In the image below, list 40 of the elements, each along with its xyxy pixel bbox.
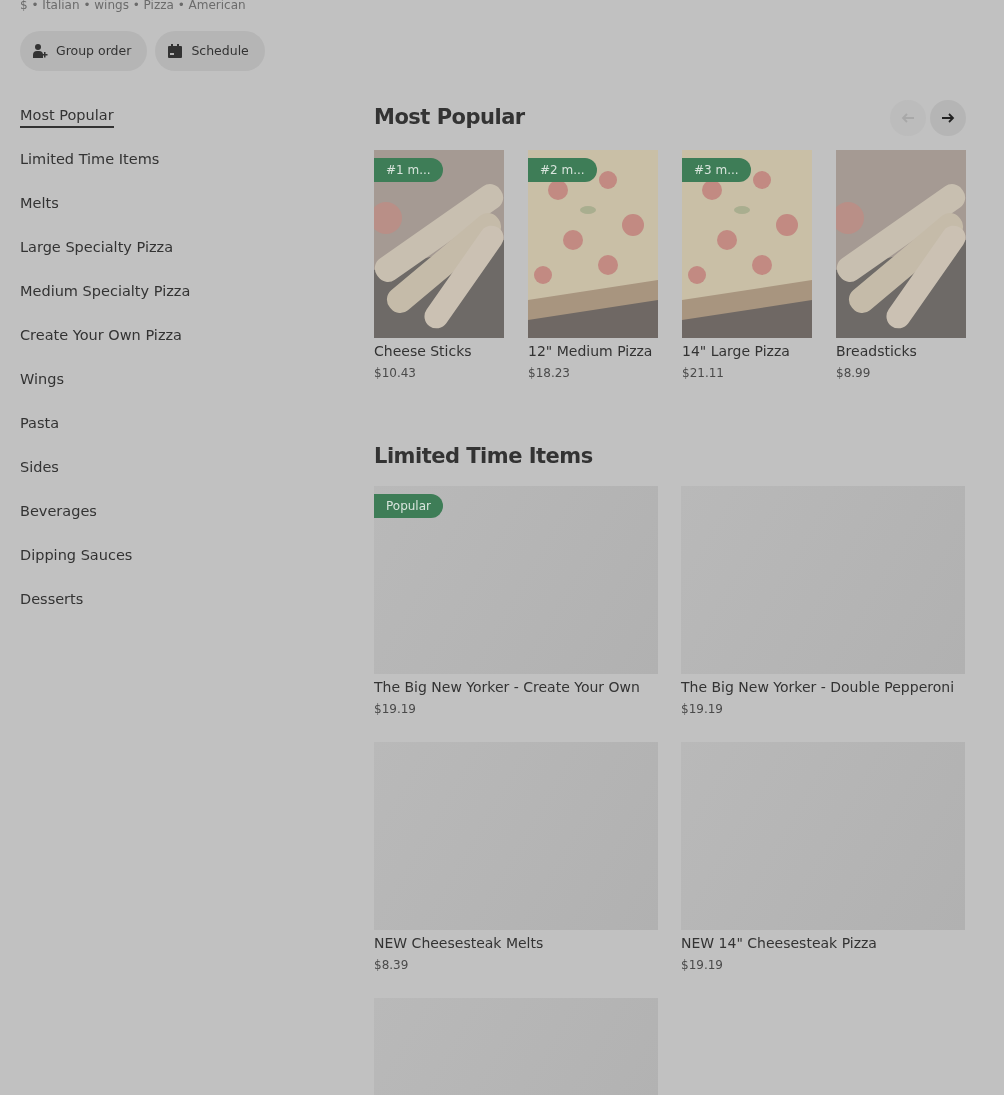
category-link[interactable]: Melts xyxy=(20,192,59,214)
rank-badge: Popular xyxy=(374,494,443,519)
person-add-icon xyxy=(32,43,48,59)
category-link[interactable]: Medium Specialty Pizza xyxy=(20,280,191,302)
category-link[interactable]: Sides xyxy=(20,456,59,478)
item-price: $8.99 xyxy=(836,365,872,382)
rank-badge: #1 m... xyxy=(374,158,443,182)
category-link[interactable]: Pasta xyxy=(20,412,60,434)
item-name: 14" Large Pizza xyxy=(682,342,791,361)
category-link[interactable]: Create Your Own Pizza xyxy=(20,324,182,346)
rank-badge: #2 m... xyxy=(528,158,597,182)
item-price: $19.19 xyxy=(374,701,417,719)
item-name: NEW Cheesesteak Melts xyxy=(374,934,545,954)
next-button[interactable] xyxy=(930,100,966,136)
item-name: 12" Medium Pizza xyxy=(528,342,654,361)
item-name: The Big New Yorker - Create Your Own xyxy=(374,678,641,698)
item-price: $8.39 xyxy=(374,957,410,975)
category-link[interactable]: Beverages xyxy=(20,500,97,522)
rank-badge: #3 m... xyxy=(682,158,751,182)
calendar-icon xyxy=(167,43,184,59)
category-link[interactable]: Desserts xyxy=(20,588,84,610)
item-name: Cheese Sticks xyxy=(374,342,473,361)
item-price: $18.23 xyxy=(528,365,571,382)
item-price: $10.43 xyxy=(374,365,417,382)
item-name: NEW 14" Cheesesteak Pizza xyxy=(681,934,878,954)
action-button[interactable]: Schedule xyxy=(155,31,265,71)
action-button[interactable]: Group order xyxy=(20,31,148,71)
category-link[interactable]: Wings xyxy=(20,368,64,390)
section-heading: Limited Time Items xyxy=(374,444,594,470)
item-price: $19.19 xyxy=(681,957,724,975)
item-price: $19.19 xyxy=(681,701,724,719)
category-link[interactable]: Limited Time Items xyxy=(20,148,160,170)
cuisine-tags: $ • Italian • wings • Pizza • American xyxy=(20,0,964,12)
item-price: $21.11 xyxy=(682,365,725,382)
category-link[interactable]: Dipping Sauces xyxy=(20,544,133,566)
item-name: The Big New Yorker - Double Pepperoni xyxy=(681,678,956,698)
category-link[interactable]: Most Popular xyxy=(20,104,114,128)
section-heading: Most Popular xyxy=(374,105,525,131)
item-name: Breadsticks xyxy=(836,342,918,361)
category-link[interactable]: Large Specialty Pizza xyxy=(20,236,174,258)
